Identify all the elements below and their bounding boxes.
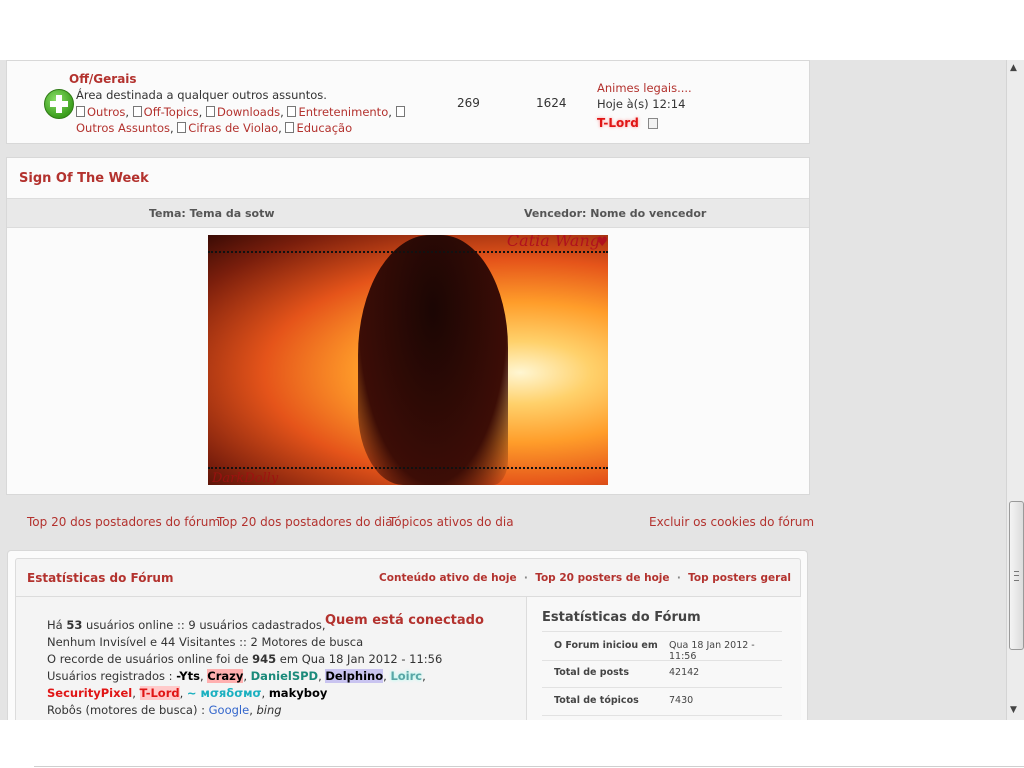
stats-nav: Conteúdo ativo de hoje · Top 20 posters … <box>379 572 791 584</box>
sotw-panel: Sign Of The Week Tema: Tema da sotw Venc… <box>6 157 810 495</box>
online-info: Há 53 usuários online :: 9 usuários cada… <box>47 617 497 719</box>
grip-icon <box>1014 571 1019 581</box>
heart-icon: ♥ <box>596 235 608 250</box>
stat-row: Total de posts 42142 <box>542 659 782 688</box>
subforum-icon <box>177 122 187 133</box>
online-line-1: Há 53 usuários online :: 9 usuários cada… <box>47 617 497 634</box>
last-post-author: T-Lord <box>597 112 658 131</box>
user-link[interactable]: ~ мσяδσмσ <box>187 686 262 700</box>
user-link[interactable]: makyboy <box>269 686 328 700</box>
sotw-info-bar: Tema: Tema da sotw Vencedor: Nome do ven… <box>7 198 809 228</box>
scroll-up-arrow-icon[interactable]: ▲ <box>1010 63 1017 73</box>
subforum-icon <box>205 106 215 117</box>
stat-label: O Forum iniciou em <box>554 640 658 651</box>
last-post-user-link[interactable]: T-Lord <box>597 116 639 130</box>
subforum-icon <box>76 106 85 117</box>
top20-posters-today-link[interactable]: Top 20 posters de hoje <box>535 572 669 584</box>
subforum-link[interactable]: Educação <box>296 121 352 135</box>
dotted-border-top <box>208 251 608 253</box>
subforum-list: Outros, Off-Topics, Downloads, Entreteni… <box>76 104 416 136</box>
vertical-scrollbar[interactable]: ▲ ▼ <box>1006 60 1024 720</box>
subforum-link[interactable]: Outros Assuntos <box>76 121 170 135</box>
image-caption: Catia Wang <box>506 235 600 250</box>
user-link[interactable]: Loirc <box>390 669 422 683</box>
user-link[interactable]: -Yts <box>176 669 200 683</box>
sotw-theme: Tema: Tema da sotw <box>149 207 275 220</box>
dotted-border-bottom <box>208 467 608 469</box>
sotw-heading: Sign Of The Week <box>19 171 149 186</box>
bots-line: Robôs (motores de busca) : Google, bing <box>47 703 282 717</box>
go-to-last-post-icon[interactable] <box>647 118 658 129</box>
online-post: usuários online :: 9 usuários cadastrado… <box>82 618 326 632</box>
last-post-title[interactable]: Animes legais.... <box>597 81 692 95</box>
record-count: 945 <box>252 652 277 666</box>
bot-bing: bing <box>256 703 282 717</box>
stats-inner: Estatísticas do Fórum Conteúdo ativo de … <box>15 558 801 720</box>
online-count: 53 <box>66 618 83 632</box>
registered-users: Usuários registrados : -Yts, Crazy, Dani… <box>47 669 426 683</box>
record-line: O recorde de usuários online foi de 945 … <box>47 651 497 668</box>
stat-label: Total de posts <box>554 667 629 678</box>
bots-label: Robôs (motores de busca) : <box>47 703 209 717</box>
online-line-2: Nenhum Invisível e 44 Visitantes :: 2 Mo… <box>47 635 364 649</box>
user-link[interactable]: SecurityPixel <box>47 686 132 700</box>
stats-heading: Estatísticas do Fórum <box>27 571 174 585</box>
new-posts-icon <box>44 89 74 119</box>
image-signature: DarkDolly <box>212 471 279 485</box>
stat-label: Total de tópicos <box>554 695 639 706</box>
record-pre: O recorde de usuários online foi de <box>47 652 253 666</box>
nav-separator: · <box>673 572 685 584</box>
last-post-time: Hoje à(s) 12:14 <box>597 97 686 111</box>
silhouette-figure <box>358 235 508 485</box>
page-viewport: Off/Gerais Área destinada a qualquer out… <box>0 60 1006 720</box>
user-link[interactable]: Delphino <box>325 669 384 683</box>
stat-row: O Forum iniciou em Qua 18 Jan 2012 - 11:… <box>542 631 782 662</box>
top-posters-link[interactable]: Top posters geral <box>688 572 791 584</box>
side-stats-heading: Estatísticas do Fórum <box>542 610 701 625</box>
forum-row: Off/Gerais Área destinada a qualquer out… <box>6 60 810 144</box>
browser-top-area <box>0 0 1024 61</box>
top20-day-link[interactable]: Top 20 dos postadores do dia <box>217 515 393 529</box>
registered-users-cont: SecurityPixel, T-Lord, ~ мσяδσмσ, makybo… <box>47 686 328 700</box>
active-topics-link[interactable]: Tópicos ativos do dia <box>389 515 514 529</box>
browser-bottom-area <box>0 720 1024 768</box>
subforum-link[interactable]: Cifras de Violao <box>188 121 278 135</box>
subforum-link[interactable]: Outros <box>87 105 125 119</box>
user-link[interactable]: Crazy <box>207 669 244 683</box>
active-content-link[interactable]: Conteúdo ativo de hoje <box>379 572 517 584</box>
record-post: em Qua 18 Jan 2012 - 11:56 <box>276 652 443 666</box>
registered-label: Usuários registrados : <box>47 669 177 683</box>
subforum-icon <box>285 122 295 133</box>
forum-title-link[interactable]: Off/Gerais <box>69 72 137 86</box>
stats-panel: Estatísticas do Fórum Conteúdo ativo de … <box>7 550 808 720</box>
online-pre: Há <box>47 618 67 632</box>
sotw-signature-image: Catia Wang ♥ DarkDolly <box>208 235 608 485</box>
subforum-link[interactable]: Off-Topics <box>144 105 199 119</box>
stat-value: 42142 <box>669 667 700 678</box>
subforum-link[interactable]: Downloads <box>217 105 280 119</box>
subforum-icon <box>287 106 297 117</box>
stat-value: 7430 <box>669 695 694 706</box>
user-link[interactable]: DanielSPD <box>251 669 318 683</box>
subforum-icon <box>395 106 405 117</box>
post-count: 1624 <box>536 96 567 110</box>
user-link[interactable]: T-Lord <box>139 686 180 700</box>
scrollbar-thumb[interactable] <box>1009 501 1024 650</box>
side-stats: Estatísticas do Fórum O Forum iniciou em… <box>526 597 801 720</box>
topic-count: 269 <box>457 96 480 110</box>
sotw-winner: Vencedor: Nome do vencedor <box>524 207 707 220</box>
scroll-down-arrow-icon[interactable]: ▼ <box>1010 705 1017 715</box>
forum-description: Área destinada a qualquer outros assunto… <box>76 88 327 102</box>
stat-row: Total de tópicos 7430 <box>542 687 782 716</box>
subforum-icon <box>132 106 142 117</box>
nav-separator: · <box>520 572 532 584</box>
bot-google: Google <box>208 703 250 717</box>
status-divider <box>34 766 1024 767</box>
top20-link[interactable]: Top 20 dos postadores do fórum <box>27 515 220 529</box>
delete-cookies-link[interactable]: Excluir os cookies do fórum <box>649 515 814 529</box>
subforum-link[interactable]: Entretenimento <box>298 105 388 119</box>
